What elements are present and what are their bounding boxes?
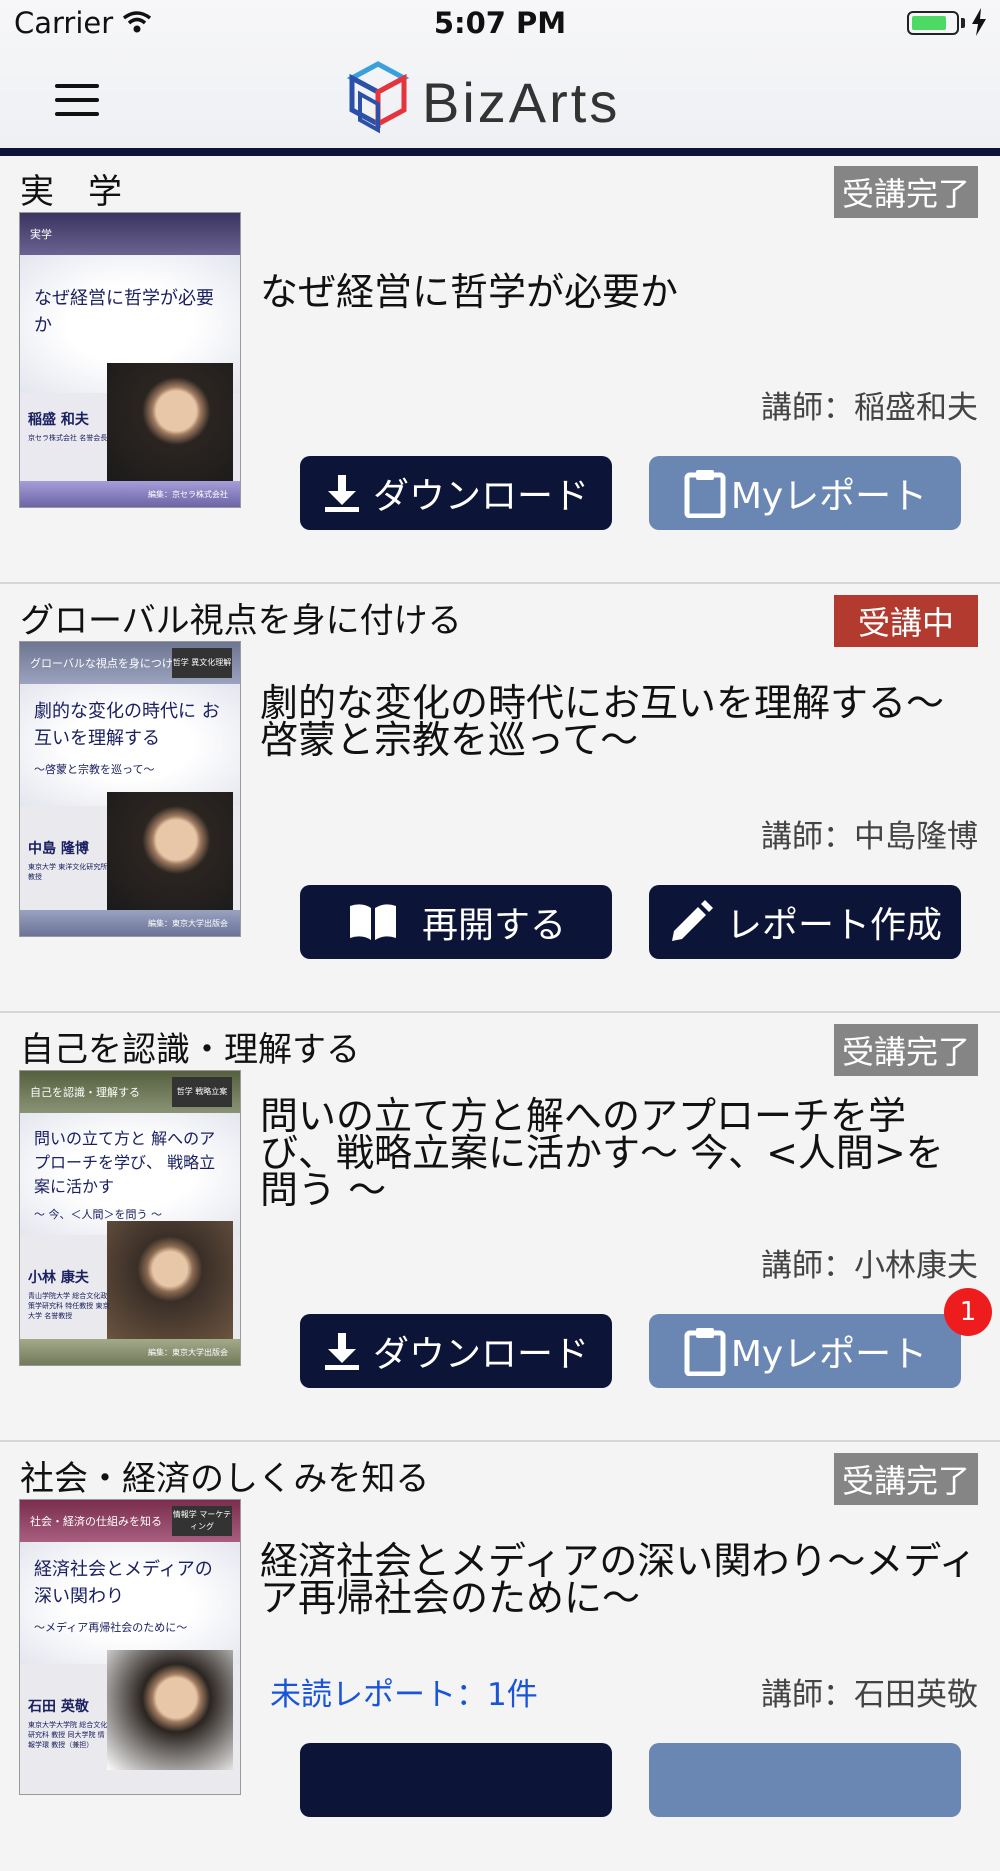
course-category: 社会・経済のしくみを知る xyxy=(20,1459,430,1499)
thumbnail-lecturer-name: 小林 康夫 xyxy=(28,1270,89,1286)
header-divider xyxy=(0,148,1000,156)
bizarts-cube-icon xyxy=(346,61,410,134)
lesson-title[interactable]: 劇的な変化の時代にお互いを理解する〜啓蒙と宗教を巡って〜 xyxy=(260,684,980,759)
write-report-button[interactable]: レポート作成 xyxy=(649,885,961,959)
resume-button-label: 再開する xyxy=(421,905,566,946)
app-name: BizArts xyxy=(422,70,621,134)
thumbnail-lecturer-name: 中島 隆博 xyxy=(28,841,89,857)
thumbnail-lecturer-name: 石田 英敬 xyxy=(28,1699,89,1715)
thumbnail-lecturer-area: 中島 隆博 東京大学 東洋文化研究所 教授 xyxy=(20,792,240,912)
pencil-icon xyxy=(668,899,714,945)
course-card[interactable]: 実 学 受講完了 実学 なぜ経営に哲学が必要か 稲盛 和夫 京セラ株式会社 名誉… xyxy=(0,156,1000,584)
thumbnail-tag: 哲学 戦略立案 xyxy=(172,1077,232,1107)
write-report-button-label: レポート作成 xyxy=(725,905,942,946)
course-action-button-right[interactable] xyxy=(649,1743,961,1817)
charging-bolt-icon xyxy=(972,8,986,36)
status-time: 5:07 PM xyxy=(433,6,567,40)
resume-button[interactable]: 再開する xyxy=(300,885,612,959)
course-card[interactable]: グローバル視点を身に付ける 受講中 グローバルな視点を身につける 哲学 異文化理… xyxy=(0,585,1000,1013)
lesson-title[interactable]: 問いの立て方と解へのアプローチを学び、戦略立案に活かす〜 今、<人間>を問う 〜 xyxy=(260,1097,980,1209)
lecturer-label: 講師：小林康夫 xyxy=(761,1248,978,1284)
status-badge: 受講完了 xyxy=(834,1024,978,1076)
download-button[interactable]: ダウンロード xyxy=(300,1314,612,1388)
course-thumbnail[interactable]: 自己を認識・理解する 哲学 戦略立案 問いの立て方と 解へのアプローチを学び、 … xyxy=(19,1070,241,1366)
thumbnail-affiliation: 京セラ株式会社 名誉会長 xyxy=(28,434,108,442)
status-badge: 受講完了 xyxy=(834,1453,978,1505)
lesson-title[interactable]: 経済社会とメディアの深い関わり〜メディア再帰社会のために〜 xyxy=(260,1542,980,1617)
course-thumbnail[interactable]: 社会・経済の仕組みを知る 情報学 マーケティング 経済社会とメディアの 深い関わ… xyxy=(19,1499,241,1795)
course-category: 実 学 xyxy=(20,172,122,212)
download-button-label: ダウンロード xyxy=(372,476,589,517)
thumbnail-lecturer-area: 小林 康夫 青山学院大学 総合文化政策学研究科 特任教授 東京大学 名誉教授 xyxy=(20,1221,240,1341)
lecturer-photo xyxy=(107,1221,233,1341)
bizarts-logo: BizArts xyxy=(346,60,620,144)
my-report-button-label: Myレポート xyxy=(730,1334,928,1375)
my-report-button-label: Myレポート xyxy=(730,476,928,517)
course-thumbnail[interactable]: 実学 なぜ経営に哲学が必要か 稲盛 和夫 京セラ株式会社 名誉会長 編集：京セラ… xyxy=(19,212,241,508)
download-icon xyxy=(323,473,361,513)
course-card[interactable]: 社会・経済のしくみを知る 受講完了 社会・経済の仕組みを知る 情報学 マーケティ… xyxy=(0,1443,1000,1871)
thumbnail-lecturer-area: 稲盛 和夫 京セラ株式会社 名誉会長 xyxy=(20,363,240,483)
status-badge: 受講中 xyxy=(834,595,978,647)
download-icon xyxy=(323,1331,361,1371)
battery-icon xyxy=(907,11,959,35)
thumbnail-affiliation: 東京大学大学院 総合文化研究科 教授 同大学院 情報学環 教授（兼担） xyxy=(28,1721,108,1749)
status-bar: Carrier 5:07 PM xyxy=(0,0,1000,50)
battery-tip xyxy=(961,18,965,28)
thumbnail-title: 問いの立て方と 解へのアプローチを学び、 戦略立案に活かす 〜 今、＜人間＞を問… xyxy=(20,1113,240,1235)
lesson-title[interactable]: なぜ経営に哲学が必要か xyxy=(260,273,980,311)
thumbnail-affiliation: 東京大学 東洋文化研究所 教授 xyxy=(28,863,108,881)
hamburger-menu-icon[interactable] xyxy=(52,80,102,120)
download-button[interactable]: ダウンロード xyxy=(300,456,612,530)
course-category: グローバル視点を身に付ける xyxy=(20,601,462,641)
lecturer-photo xyxy=(107,363,233,483)
thumbnail-footer: 編集：京セラ株式会社 xyxy=(20,481,240,507)
notification-badge: 1 xyxy=(944,1288,992,1336)
thumbnail-tag: 哲学 異文化理解 xyxy=(172,648,232,678)
course-action-button-left[interactable] xyxy=(300,1743,612,1817)
my-report-button[interactable]: Myレポート xyxy=(649,1314,961,1388)
lecturer-label: 講師：中島隆博 xyxy=(761,819,978,855)
status-badge: 受講完了 xyxy=(834,166,978,218)
lecturer-photo xyxy=(107,1650,233,1770)
clipboard-icon xyxy=(683,1326,727,1376)
lecturer-label: 講師：稲盛和夫 xyxy=(761,390,978,426)
unread-report-link[interactable]: 未読レポート：1件 xyxy=(270,1669,538,1714)
thumbnail-tag: 情報学 マーケティング xyxy=(172,1506,232,1536)
thumbnail-title: 劇的な変化の時代に お互いを理解する 〜啓蒙と宗教を巡って〜 xyxy=(20,684,240,806)
thumbnail-lecturer-area: 石田 英敬 東京大学大学院 総合文化研究科 教授 同大学院 情報学環 教授（兼担… xyxy=(20,1650,240,1770)
open-book-icon xyxy=(346,900,400,944)
thumbnail-lecturer-name: 稲盛 和夫 xyxy=(28,412,89,428)
course-card[interactable]: 自己を認識・理解する 受講完了 自己を認識・理解する 哲学 戦略立案 問いの立て… xyxy=(0,1014,1000,1442)
course-thumbnail[interactable]: グローバルな視点を身につける 哲学 異文化理解 劇的な変化の時代に お互いを理解… xyxy=(19,641,241,937)
battery-level xyxy=(912,16,946,30)
thumbnail-affiliation: 青山学院大学 総合文化政策学研究科 特任教授 東京大学 名誉教授 xyxy=(28,1292,110,1320)
download-button-label: ダウンロード xyxy=(372,1334,589,1375)
course-category: 自己を認識・理解する xyxy=(20,1030,360,1070)
my-report-button[interactable]: Myレポート xyxy=(649,456,961,530)
thumbnail-footer: 編集：東京大学出版会 xyxy=(20,1339,240,1365)
lecturer-label: 講師：石田英敬 xyxy=(761,1677,978,1713)
thumbnail-header: 実学 xyxy=(20,213,240,255)
lecturer-photo xyxy=(107,792,233,912)
clipboard-icon xyxy=(683,468,727,518)
thumbnail-title: 経済社会とメディアの 深い関わり 〜メディア再帰社会のために〜 xyxy=(20,1542,240,1664)
thumbnail-footer: 編集：東京大学出版会 xyxy=(20,910,240,936)
